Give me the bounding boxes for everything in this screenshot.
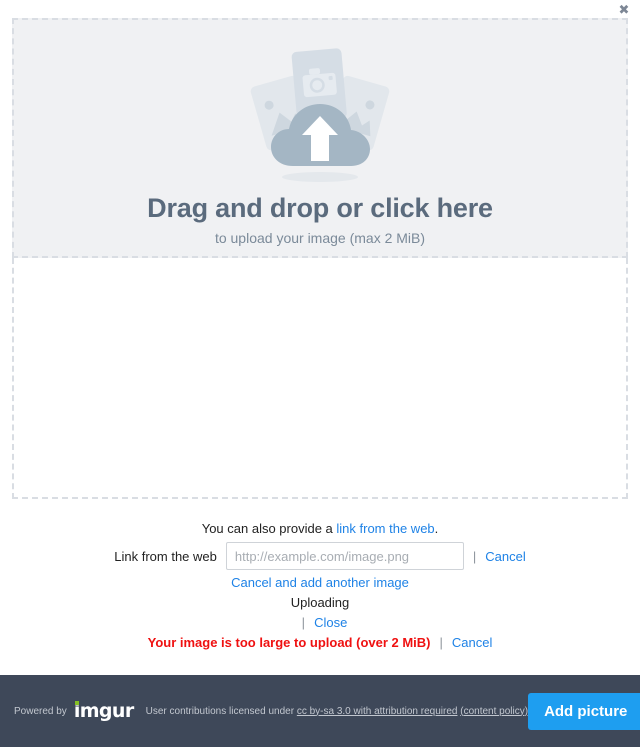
upload-form-block: You can also provide a link from the web… — [0, 520, 640, 652]
separator-pipe: | — [472, 548, 477, 564]
imgur-logo: imgur — [73, 699, 134, 722]
provide-suffix-text: . — [434, 521, 439, 536]
error-cancel-link[interactable]: Cancel — [452, 635, 492, 650]
provide-link-line: You can also provide a link from the web… — [0, 520, 640, 538]
license-text: User contributions licensed under cc by-… — [146, 706, 528, 717]
link-from-web-link[interactable]: link from the web — [336, 521, 434, 536]
separator-pipe-error: | — [439, 635, 443, 650]
cancel-add-another-row: Cancel and add another image — [0, 574, 640, 592]
upload-error-row: Your image is too large to upload (over … — [0, 634, 640, 652]
link-from-web-label: Link from the web — [114, 548, 217, 564]
close-dialog-icon[interactable]: ✖ — [616, 2, 632, 18]
add-picture-button[interactable]: Add picture — [528, 692, 640, 730]
dropzone-title: Drag and drop or click here — [147, 193, 493, 223]
close-link[interactable]: Close — [314, 615, 347, 630]
imgur-logo-dot — [75, 700, 80, 705]
content-policy-link[interactable]: (content policy) — [460, 706, 528, 717]
link-input-row: Link from the web | Cancel — [0, 542, 640, 570]
close-row: | Close — [0, 614, 640, 632]
dropzone[interactable]: Drag and drop or click here to upload yo… — [12, 18, 628, 258]
footer-bar: Powered by imgur User contributions lice… — [0, 675, 640, 747]
dropzone-subtitle: to upload your image (max 2 MiB) — [214, 229, 426, 246]
license-link[interactable]: cc by-sa 3.0 with attribution required — [297, 706, 458, 717]
cloud-upload-photos-illustration — [250, 48, 390, 182]
powered-by-label: Powered by — [14, 705, 67, 717]
upload-status-text: Uploading — [290, 595, 350, 610]
separator-pipe-close: | — [301, 615, 306, 630]
provide-prefix-text: You can also provide a — [201, 521, 337, 536]
imgur-logo-text: imgur — [73, 699, 134, 722]
license-prefix: User contributions licensed under — [145, 705, 297, 717]
upload-error-message: Your image is too large to upload (over … — [147, 635, 431, 650]
link-url-input[interactable] — [225, 542, 464, 570]
cancel-and-add-another-link[interactable]: Cancel and add another image — [231, 575, 409, 590]
upload-area: Drag and drop or click here to upload yo… — [12, 18, 628, 499]
link-cancel-link[interactable]: Cancel — [485, 549, 525, 564]
image-preview-area — [12, 258, 628, 499]
